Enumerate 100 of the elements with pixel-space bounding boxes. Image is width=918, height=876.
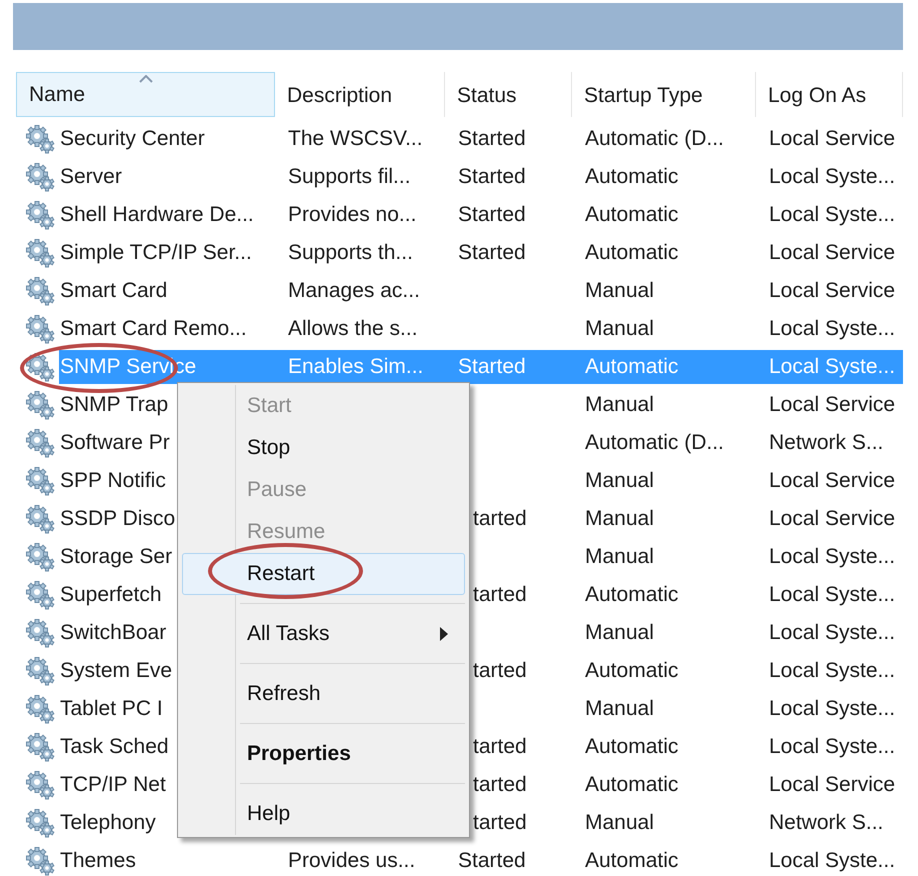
service-name: SNMP Trap — [60, 393, 168, 416]
service-name: Server — [60, 165, 122, 188]
gear-icon — [24, 314, 54, 344]
service-name: Themes — [60, 849, 136, 872]
menu-item[interactable]: Refresh — [182, 673, 465, 715]
table-cell: tarted — [473, 583, 527, 606]
gear-icon — [24, 466, 54, 496]
table-cell: tarted — [473, 773, 527, 796]
table-cell: Automatic (D... — [585, 127, 724, 150]
table-cell: Automatic — [585, 849, 678, 872]
service-name: Task Sched — [60, 735, 169, 758]
table-cell: Supports fil... — [288, 165, 411, 188]
service-name: Software Pr — [60, 431, 170, 454]
gear-icon — [24, 656, 54, 686]
table-cell: Local Service — [769, 469, 896, 492]
service-name: Security Center — [60, 127, 205, 150]
table-cell: Automatic (D... — [585, 431, 724, 454]
submenu-arrow-icon — [440, 627, 448, 641]
table-cell: Network S... — [769, 811, 884, 834]
gear-icon — [24, 618, 54, 648]
table-cell: The WSCSV... — [288, 127, 423, 150]
table-cell: Manual — [585, 469, 654, 492]
table-cell: Manual — [585, 697, 654, 720]
service-name: SPP Notific — [60, 469, 166, 492]
table-cell: Automatic — [585, 773, 678, 796]
table-cell: Local Service — [769, 507, 896, 530]
table-cell: Manual — [585, 811, 654, 834]
gear-icon — [24, 200, 54, 230]
table-cell: tarted — [473, 735, 527, 758]
table-cell: Local Syste... — [769, 583, 896, 606]
table-cell: Started — [458, 127, 526, 150]
service-name: Smart Card — [60, 279, 168, 302]
gear-icon — [24, 808, 54, 838]
gear-icon — [24, 390, 54, 420]
table-cell: Automatic — [585, 165, 678, 188]
table-cell: Supports th... — [288, 241, 413, 264]
table-cell: Manual — [585, 621, 654, 644]
gear-icon — [24, 352, 54, 382]
table-cell: Local Syste... — [769, 621, 896, 644]
gear-icon — [24, 504, 54, 534]
service-name: SwitchBoar — [60, 621, 166, 644]
service-name: Shell Hardware De... — [60, 203, 254, 226]
table-cell: Local Service — [769, 279, 896, 302]
gear-icon — [24, 428, 54, 458]
table-cell: Manual — [585, 507, 654, 530]
gear-icon — [24, 580, 54, 610]
table-cell: Manual — [585, 317, 654, 340]
service-name: Superfetch — [60, 583, 162, 606]
table-cell: Provides no... — [288, 203, 416, 226]
column-header[interactable]: Description — [275, 72, 445, 117]
service-name: SSDP Disco — [60, 507, 176, 530]
table-cell: Provides us... — [288, 849, 416, 872]
table-cell: Allows the s... — [288, 317, 418, 340]
service-name: System Eve — [60, 659, 172, 682]
gear-icon — [24, 542, 54, 572]
table-cell: Started — [458, 849, 526, 872]
service-name: TCP/IP Net — [60, 773, 166, 796]
gear-icon — [24, 238, 54, 268]
menu-item[interactable]: Stop — [182, 427, 465, 469]
table-cell: Manual — [585, 393, 654, 416]
table-cell: Local Syste... — [769, 317, 896, 340]
gear-icon — [24, 770, 54, 800]
service-name: Simple TCP/IP Ser... — [60, 241, 252, 264]
table-cell: Network S... — [769, 431, 884, 454]
table-cell: Local Syste... — [769, 165, 896, 188]
table-cell: Automatic — [585, 735, 678, 758]
table-cell: Enables Sim... — [288, 355, 424, 378]
table-cell: Started — [458, 355, 526, 378]
table-cell: Local Syste... — [769, 203, 896, 226]
menu-item[interactable]: Properties — [182, 733, 465, 775]
table-cell: Local Service — [769, 127, 896, 150]
table-cell: tarted — [473, 659, 527, 682]
menu-item[interactable]: All Tasks — [182, 613, 465, 655]
column-header[interactable]: Log On As — [756, 72, 903, 117]
column-header[interactable]: Name — [16, 72, 275, 117]
table-cell: Local Syste... — [769, 697, 896, 720]
table-cell: Automatic — [585, 355, 678, 378]
gear-icon — [24, 162, 54, 192]
table-cell: Automatic — [585, 583, 678, 606]
menu-item[interactable]: Restart — [182, 553, 465, 595]
table-cell: Started — [458, 203, 526, 226]
table-cell: Automatic — [585, 659, 678, 682]
table-cell: Local Syste... — [769, 659, 896, 682]
column-header[interactable]: Startup Type — [572, 72, 756, 117]
service-name: Smart Card Remo... — [60, 317, 247, 340]
table-cell: Manages ac... — [288, 279, 420, 302]
table-cell: Local Syste... — [769, 355, 896, 378]
table-cell: Manual — [585, 545, 654, 568]
menu-item[interactable]: Help — [182, 793, 465, 835]
gear-icon — [24, 276, 54, 306]
table-cell: tarted — [473, 507, 527, 530]
table-cell: Automatic — [585, 203, 678, 226]
service-name: Telephony — [60, 811, 156, 834]
table-cell: Local Service — [769, 773, 896, 796]
gear-icon — [24, 694, 54, 724]
table-cell: Automatic — [585, 241, 678, 264]
service-name: Storage Ser — [60, 545, 172, 568]
column-header[interactable]: Status — [445, 72, 572, 117]
table-cell: Local Service — [769, 241, 896, 264]
service-name: Tablet PC I — [60, 697, 163, 720]
